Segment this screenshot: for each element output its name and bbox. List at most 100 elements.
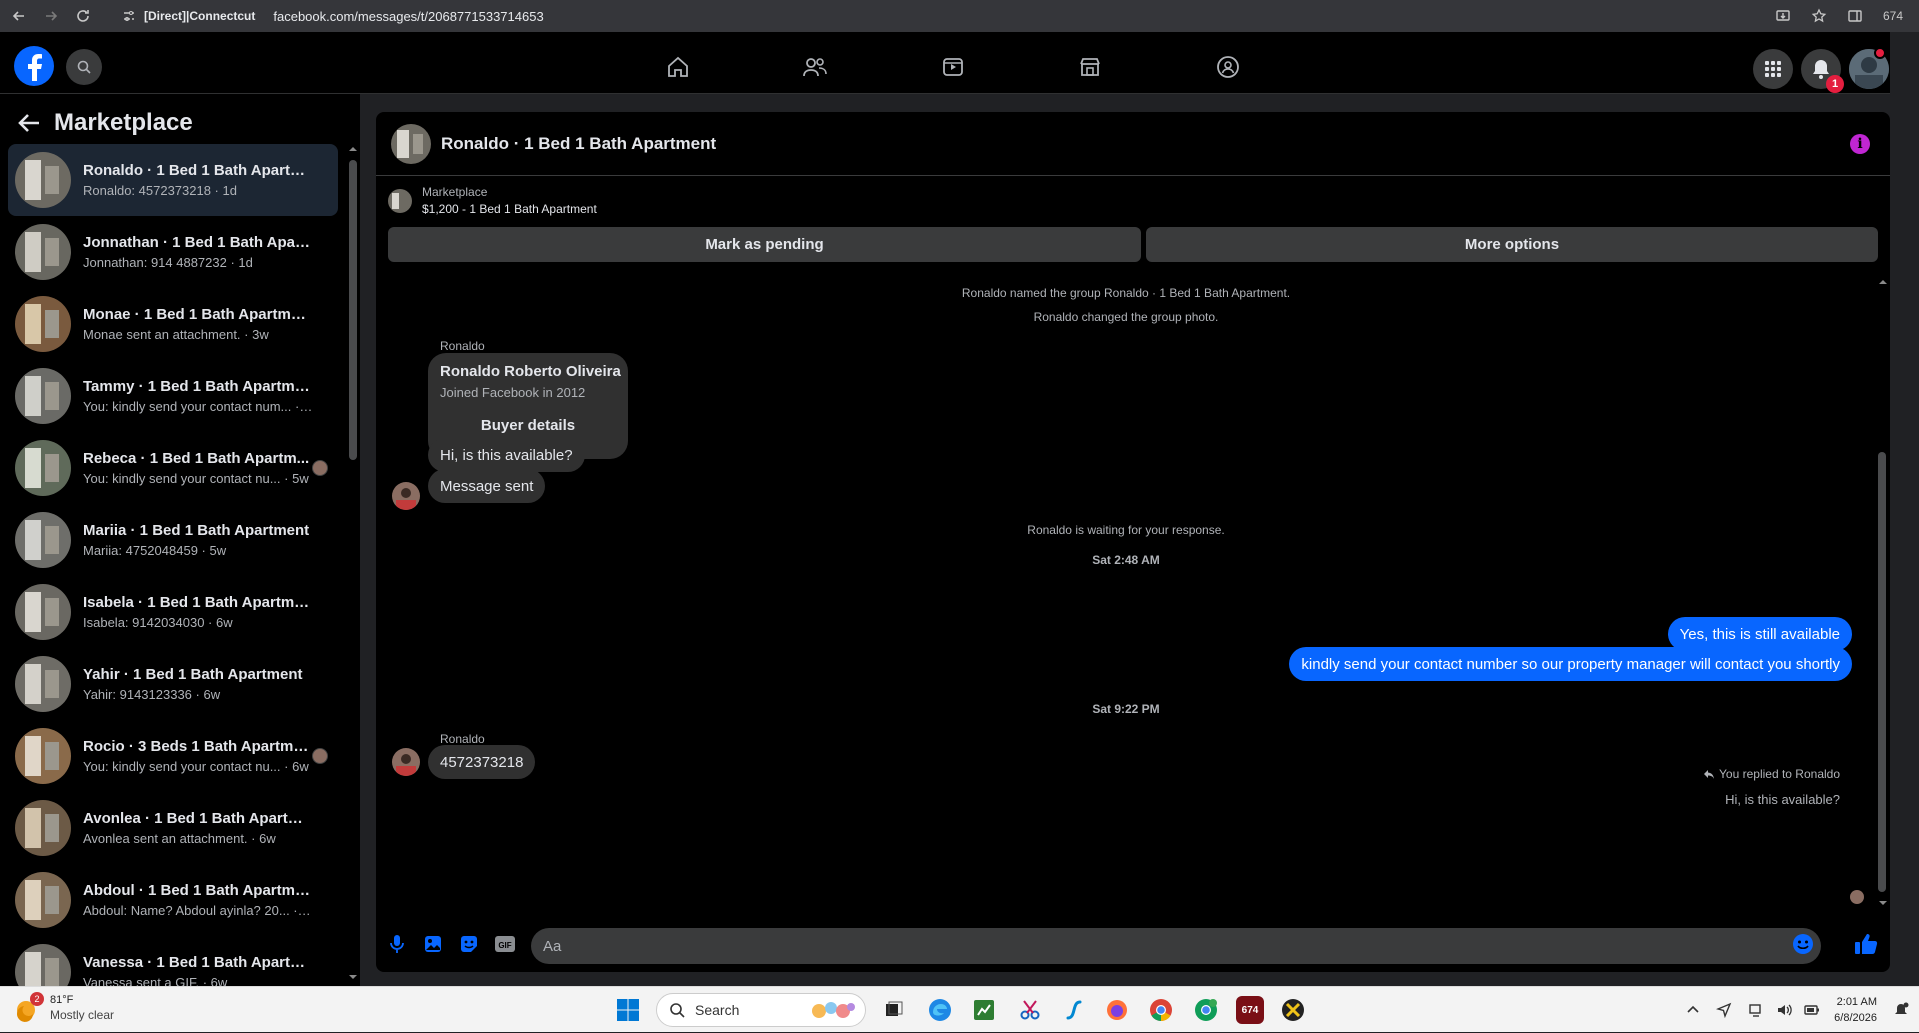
conversation-item[interactable]: Yahir · 1 Bed 1 Bath Apartment Yahir: 914… bbox=[8, 648, 338, 720]
marketplace-icon[interactable] bbox=[1076, 53, 1104, 81]
sender-avatar[interactable] bbox=[392, 748, 420, 776]
conversation-avatar bbox=[15, 224, 71, 280]
chat-scroll-thumb[interactable] bbox=[1878, 452, 1886, 892]
clock[interactable]: 2:01 AM 6/8/2026 bbox=[1834, 994, 1877, 1026]
conversation-preview: You: kindly send your contact nu... · 5w bbox=[83, 471, 309, 486]
chrome-icon[interactable] bbox=[1147, 996, 1175, 1024]
mark-as-pending-button[interactable]: Mark as pending bbox=[388, 227, 1141, 262]
conversation-preview: Ronaldo: 4572373218 · 1d bbox=[83, 183, 237, 198]
groups-icon[interactable] bbox=[1214, 53, 1242, 81]
back-arrow-icon[interactable] bbox=[18, 113, 40, 133]
chat-scroll-up-icon[interactable] bbox=[1878, 277, 1888, 287]
sidebar-header: Marketplace bbox=[18, 109, 193, 137]
conversation-preview: Yahir: 9143123336 · 6w bbox=[83, 687, 221, 702]
home-icon[interactable] bbox=[664, 53, 692, 81]
read-receipt-avatar bbox=[1850, 890, 1864, 904]
message-thread: Ronaldo named the group Ronaldo · 1 Bed … bbox=[376, 275, 1876, 915]
buyer-details-button[interactable]: Buyer details bbox=[428, 417, 628, 434]
conversation-title: Yahir · 1 Bed 1 Bath Apartment bbox=[83, 666, 303, 683]
conversation-title: Rebeca · 1 Bed 1 Bath Apartm... bbox=[83, 450, 310, 467]
photo-icon[interactable] bbox=[421, 932, 445, 956]
message-bubble-incoming[interactable]: Hi, is this available? bbox=[428, 438, 585, 472]
conversation-preview: Abdoul: Name? Abdoul ayinla? 20... · 6w bbox=[83, 903, 313, 918]
clock-time: 2:01 AM bbox=[1836, 996, 1877, 1008]
sublime-app-icon[interactable] bbox=[1060, 996, 1088, 1024]
watch-video-icon[interactable] bbox=[939, 53, 967, 81]
chat-title[interactable]: Ronaldo · 1 Bed 1 Bath Apartment bbox=[441, 134, 716, 154]
conversation-item[interactable]: Jonnathan · 1 Bed 1 Bath Apartm... Jonnat… bbox=[8, 216, 338, 288]
taskbar-search[interactable]: Search bbox=[656, 993, 866, 1027]
chat-header: Ronaldo · 1 Bed 1 Bath Apartment i bbox=[376, 112, 1890, 176]
microphone-icon[interactable] bbox=[385, 932, 409, 956]
url-text[interactable]: facebook.com/messages/t/2068771533714653 bbox=[273, 9, 543, 24]
conversation-item[interactable]: Mariia · 1 Bed 1 Bath Apartment Mariia: 4… bbox=[8, 504, 338, 576]
sidebar-scroll-thumb[interactable] bbox=[349, 160, 357, 460]
address-bar[interactable]: [Direct]|Connectcut facebook.com/message… bbox=[122, 3, 1842, 29]
system-message-photo: Ronaldo changed the group photo. bbox=[1033, 310, 1219, 324]
conversation-avatar bbox=[15, 872, 71, 928]
back-icon[interactable] bbox=[6, 3, 32, 29]
sticker-icon[interactable] bbox=[457, 932, 481, 956]
conversation-avatar bbox=[15, 584, 71, 640]
chevron-up-icon[interactable] bbox=[1686, 1003, 1700, 1017]
like-thumbs-up-icon[interactable] bbox=[1854, 932, 1878, 956]
volume-icon[interactable] bbox=[1776, 1002, 1792, 1018]
notification-center-icon[interactable] bbox=[1893, 1002, 1909, 1018]
battery-icon[interactable] bbox=[1804, 1002, 1820, 1018]
task-view-icon[interactable] bbox=[880, 996, 908, 1024]
conversation-preview: Monae sent an attachment. · 3w bbox=[83, 327, 269, 342]
message-bubble-incoming[interactable]: 4572373218 bbox=[428, 745, 536, 779]
forward-icon[interactable] bbox=[38, 3, 64, 29]
counter-app-icon[interactable]: 674 bbox=[1236, 996, 1264, 1024]
menu-grid-icon[interactable] bbox=[1753, 49, 1793, 89]
conversation-item[interactable]: Ronaldo · 1 Bed 1 Bath Apartment Ronaldo:… bbox=[8, 144, 338, 216]
chat-avatar[interactable] bbox=[391, 123, 431, 164]
conversation-item[interactable]: Tammy · 1 Bed 1 Bath Apartment You: kindl… bbox=[8, 360, 338, 432]
conversation-item[interactable]: Abdoul · 1 Bed 1 Bath Apartment Abdoul: N… bbox=[8, 864, 338, 936]
reload-icon[interactable] bbox=[70, 3, 96, 29]
conversation-item[interactable]: Avonlea · 1 Bed 1 Bath Apartment Avonlea … bbox=[8, 792, 338, 864]
reply-note-text: You replied to Ronaldo bbox=[1719, 767, 1840, 781]
conversation-title: Mariia · 1 Bed 1 Bath Apartment bbox=[83, 522, 310, 539]
listing-summary[interactable]: Marketplace $1,200 - 1 Bed 1 Bath Apartm… bbox=[388, 185, 597, 216]
info-icon[interactable]: i bbox=[1850, 134, 1870, 154]
weather-widget[interactable]: 2 81°F Mostly clear bbox=[14, 992, 114, 1022]
xbox-app-icon[interactable] bbox=[1279, 996, 1307, 1024]
conversation-item[interactable]: Monae · 1 Bed 1 Bath Apartment Monae sent… bbox=[8, 288, 338, 360]
site-info-icon[interactable] bbox=[122, 9, 136, 23]
message-input[interactable]: Aa bbox=[531, 928, 1821, 964]
message-bubble-outgoing[interactable]: Yes, this is still available bbox=[1667, 617, 1852, 651]
message-bubble-outgoing[interactable]: kindly send your contact number so our p… bbox=[1289, 647, 1852, 681]
spreadsheet-app-icon[interactable] bbox=[970, 996, 998, 1024]
chrome-profile-icon[interactable] bbox=[1192, 996, 1220, 1024]
conversation-item[interactable]: Isabela · 1 Bed 1 Bath Apartment Isabela:… bbox=[8, 576, 338, 648]
network-icon[interactable] bbox=[1748, 1002, 1764, 1018]
extension-count[interactable]: 674 bbox=[1883, 9, 1903, 23]
weather-badge: 2 bbox=[30, 992, 44, 1006]
sidebar-scroll-down-icon[interactable] bbox=[348, 972, 358, 982]
location-icon[interactable] bbox=[1716, 1002, 1732, 1018]
conversation-item[interactable]: Rebeca · 1 Bed 1 Bath Apartm... You: kind… bbox=[8, 432, 338, 504]
conversation-avatar bbox=[15, 440, 71, 496]
search-icon[interactable] bbox=[66, 49, 102, 85]
sender-avatar[interactable] bbox=[392, 482, 420, 510]
firefox-icon[interactable] bbox=[1103, 996, 1131, 1024]
sender-name: Ronaldo bbox=[440, 339, 485, 353]
facebook-logo-icon[interactable] bbox=[14, 46, 54, 86]
emoji-icon[interactable] bbox=[1791, 932, 1815, 956]
bookmark-star-icon[interactable] bbox=[1811, 8, 1827, 24]
message-bubble-incoming[interactable]: Message sent bbox=[428, 469, 546, 503]
conversation-preview: Isabela: 9142034030 · 6w bbox=[83, 615, 233, 630]
edge-browser-icon[interactable] bbox=[926, 996, 954, 1024]
gif-icon[interactable]: GIF bbox=[493, 932, 517, 956]
install-app-icon[interactable] bbox=[1775, 8, 1791, 24]
more-options-button[interactable]: More options bbox=[1146, 227, 1878, 262]
friends-icon[interactable] bbox=[801, 53, 829, 81]
chat-scroll-down-icon[interactable] bbox=[1878, 898, 1888, 908]
snipping-tool-icon[interactable] bbox=[1016, 996, 1044, 1024]
side-panel-icon[interactable] bbox=[1847, 8, 1863, 24]
quoted-message[interactable]: Hi, is this available? bbox=[1725, 792, 1840, 807]
conversation-list: Ronaldo · 1 Bed 1 Bath Apartment Ronaldo:… bbox=[8, 144, 338, 1008]
conversation-item[interactable]: Rocio · 3 Beds 1 Bath Apartme... You: kin… bbox=[8, 720, 338, 792]
windows-start-icon[interactable] bbox=[614, 996, 642, 1024]
